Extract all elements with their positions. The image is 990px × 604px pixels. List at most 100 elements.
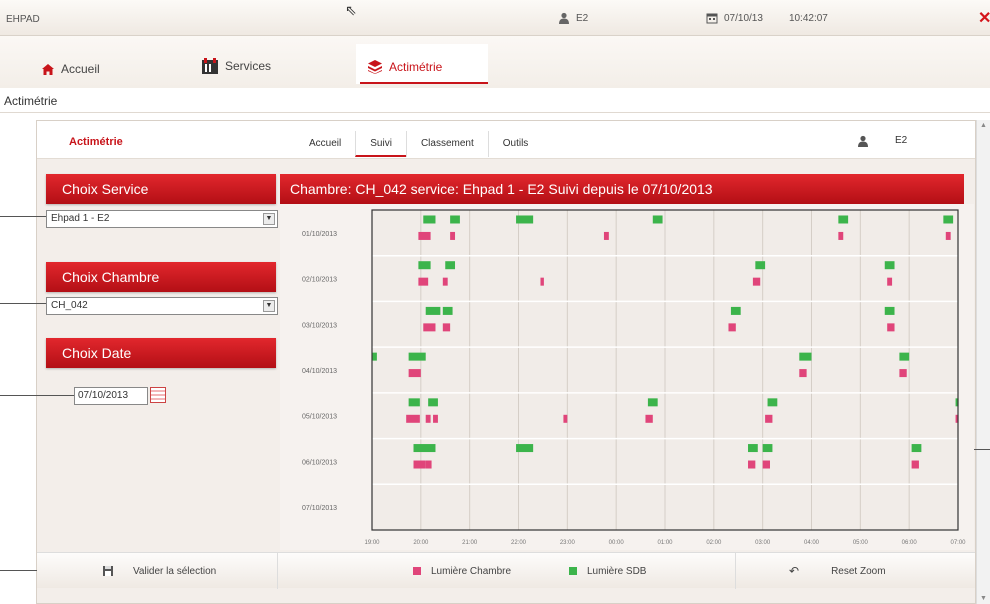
current-time: 10:42:07 — [788, 12, 828, 24]
service-select-value: Ehpad 1 - E2 — [51, 213, 110, 224]
bathroom-light-bar — [423, 215, 436, 224]
bathroom-light-bar — [372, 352, 377, 361]
room-light-bar — [425, 460, 432, 469]
row-date-label: 01/10/2013 — [302, 231, 337, 238]
main-nav: Accueil Services Actimétrie — [0, 36, 990, 88]
bathroom-light-bar — [408, 352, 426, 361]
save-icon — [103, 566, 113, 576]
tab-accueil[interactable]: Accueil — [295, 131, 355, 157]
room-light-bar — [645, 414, 653, 423]
chart-title: Chambre: CH_042 service: Ehpad 1 - E2 Su… — [280, 174, 964, 204]
x-tick-label: 06:00 — [902, 540, 918, 546]
row-date-label: 07/10/2013 — [302, 505, 337, 512]
bathroom-light-bar — [647, 398, 658, 407]
room-light-bar — [603, 231, 609, 240]
room-light-bar — [406, 414, 420, 423]
room-light-bar — [728, 323, 736, 332]
room-light-bar — [442, 323, 451, 332]
bathroom-light-bar — [450, 215, 460, 224]
mouse-cursor-icon: ⇖ — [345, 2, 357, 18]
x-tick-label: 05:00 — [853, 540, 869, 546]
bathroom-light-bar — [767, 398, 778, 407]
row-date-label: 05/10/2013 — [302, 414, 337, 421]
room-section-title: Choix Chambre — [46, 262, 276, 292]
date-input[interactable]: 07/10/2013 — [74, 387, 148, 405]
row-date-label: 03/10/2013 — [302, 322, 337, 329]
activity-chart[interactable]: 19:00 20:00 21:00 22:00 23:00 00:00 01:00 02:00… — [280, 204, 974, 550]
bathroom-light-bar — [899, 352, 910, 361]
sub-user-name: E2 — [895, 135, 908, 146]
chevron-down-icon[interactable]: ▼ — [263, 213, 275, 225]
bathroom-light-bar — [516, 215, 534, 224]
date-indicator: 07/10/13 10:42:07 — [706, 12, 828, 24]
room-light-bar — [748, 460, 756, 469]
user-name: E2 — [576, 12, 589, 24]
room-light-bar — [540, 277, 544, 286]
legend-bathroom: Lumière SDB — [569, 553, 646, 589]
chevron-down-icon[interactable]: ▼ — [263, 300, 275, 312]
footer-divider — [277, 553, 278, 589]
room-light-bar — [413, 460, 426, 469]
nav-home[interactable]: Accueil — [42, 62, 100, 76]
room-select-value: CH_042 — [51, 300, 88, 311]
nav-home-label: Accueil — [61, 62, 100, 76]
validate-button[interactable]: Valider la sélection — [103, 553, 216, 589]
x-tick-label: 22:00 — [511, 540, 527, 546]
bathroom-light-bar — [884, 306, 895, 315]
calendar-icon[interactable] — [150, 387, 166, 403]
title-bar: EHPAD E2 07/10/13 10:42:07 ✕ — [0, 0, 990, 36]
x-tick-label: 03:00 — [755, 540, 771, 546]
row-date-label: 02/10/2013 — [302, 277, 337, 284]
page-title: Actimétrie — [4, 94, 58, 108]
room-light-bar — [887, 277, 893, 286]
reset-zoom-button[interactable]: ↶ Reset Zoom — [789, 553, 886, 589]
user-icon — [858, 135, 868, 147]
legend-room-label: Lumière Chambre — [431, 565, 512, 577]
bathroom-light-bar — [425, 306, 441, 315]
x-tick-label: 20:00 — [413, 540, 429, 546]
room-light-bar — [425, 414, 431, 423]
annotation-line — [0, 216, 46, 217]
close-icon[interactable]: ✕ — [978, 8, 990, 28]
user-indicator: E2 — [558, 12, 588, 24]
x-tick-label: 01:00 — [657, 540, 673, 546]
validate-label: Valider la sélection — [133, 565, 217, 577]
nav-services[interactable]: Services — [202, 58, 271, 74]
row-date-label: 04/10/2013 — [302, 368, 337, 375]
tab-suivi[interactable]: Suivi — [355, 131, 406, 157]
legend-room-swatch — [413, 567, 421, 575]
home-icon — [42, 63, 54, 75]
tab-outils[interactable]: Outils — [487, 131, 543, 157]
scroll-up-icon[interactable]: ▲ — [980, 122, 987, 129]
bathroom-light-bar — [413, 444, 436, 453]
room-light-bar — [945, 231, 951, 240]
bathroom-light-bar — [442, 306, 453, 315]
bathroom-light-bar — [943, 215, 954, 224]
room-light-bar — [433, 414, 438, 423]
room-light-bar — [887, 323, 895, 332]
room-select[interactable]: CH_042 ▼ — [46, 297, 278, 315]
room-light-bar — [752, 277, 761, 286]
x-tick-label: 23:00 — [560, 540, 576, 546]
services-icon — [202, 58, 218, 74]
divider — [0, 112, 990, 113]
service-select[interactable]: Ehpad 1 - E2 ▼ — [46, 210, 278, 228]
vertical-scrollbar[interactable]: ▲ ▼ — [976, 120, 990, 604]
sub-tabs: Accueil Suivi Classement Outils — [295, 131, 542, 157]
room-light-bar — [442, 277, 448, 286]
room-light-bar — [762, 460, 770, 469]
room-light-bar — [418, 277, 429, 286]
current-date: 07/10/13 — [724, 12, 763, 24]
x-tick-label: 02:00 — [706, 540, 722, 546]
service-section-title: Choix Service — [46, 174, 276, 204]
room-light-bar — [799, 369, 807, 378]
tab-classement[interactable]: Classement — [405, 131, 488, 157]
scroll-down-icon[interactable]: ▼ — [980, 595, 987, 602]
nav-actimetry[interactable]: Actimétrie — [368, 60, 442, 74]
bathroom-light-bar — [799, 352, 812, 361]
room-light-bar — [899, 369, 907, 378]
reset-zoom-label: Reset Zoom — [831, 565, 886, 577]
sub-header: Actimétrie Accueil Suivi Classement Outi… — [37, 121, 975, 159]
annotation-line — [0, 303, 46, 304]
room-light-bar — [563, 414, 568, 423]
